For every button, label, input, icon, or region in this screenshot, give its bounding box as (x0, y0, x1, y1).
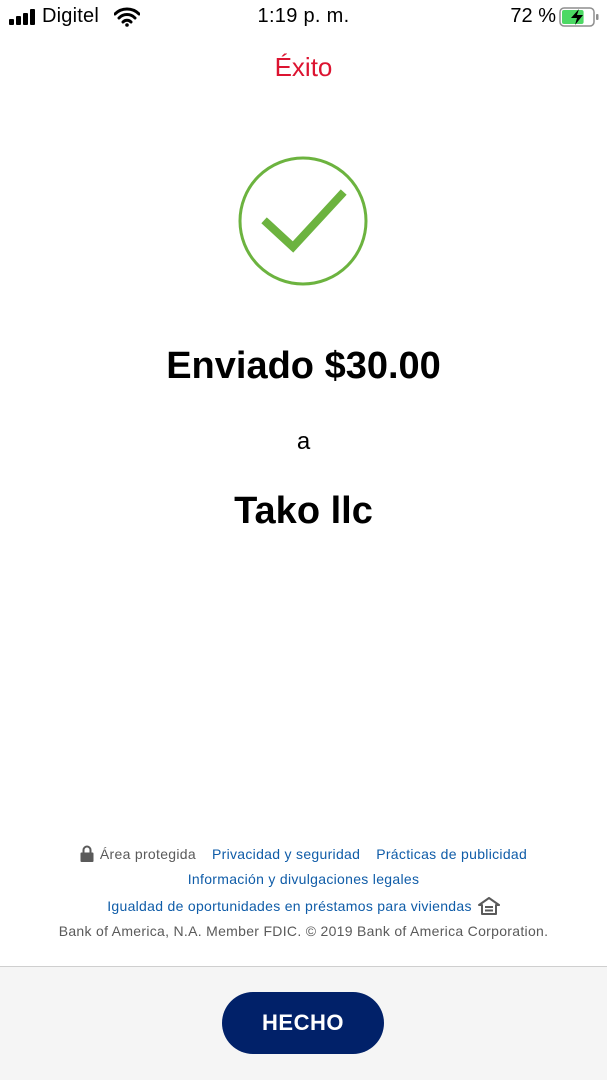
sent-amount: Enviado $30.00 (166, 345, 441, 387)
battery-charging-icon (559, 7, 599, 27)
footer-row-1: Área protegida Privacidad y seguridad Prác… (0, 845, 607, 862)
connector-text: a (296, 428, 311, 455)
advertising-practices-link[interactable]: Prácticas de publicidad (376, 846, 527, 862)
checkmark-circle-icon (238, 156, 368, 286)
footer-row-2: Información y divulgaciones legales (0, 871, 607, 887)
privacy-link[interactable]: Privacidad y seguridad (212, 846, 360, 862)
legal-disclosures-link[interactable]: Información y divulgaciones legales (188, 871, 420, 887)
status-bar: Digitel 1:19 p. m. 72 % (0, 0, 607, 34)
equal-housing-icon (477, 897, 500, 915)
lock-icon (80, 845, 94, 862)
equal-housing-link[interactable]: Igualdad de oportunidades en préstamos p… (107, 898, 472, 914)
battery-percent: 72 % (510, 5, 556, 27)
secure-area-label: Área protegida (99, 846, 196, 862)
done-button[interactable]: HECHO (222, 992, 384, 1054)
page-title: Éxito (274, 52, 333, 82)
copyright-text: Bank of America, N.A. Member FDIC. © 201… (58, 923, 549, 939)
recipient-name: Tako llc (234, 490, 373, 532)
footer-row-3: Igualdad de oportunidades en préstamos p… (0, 897, 607, 915)
